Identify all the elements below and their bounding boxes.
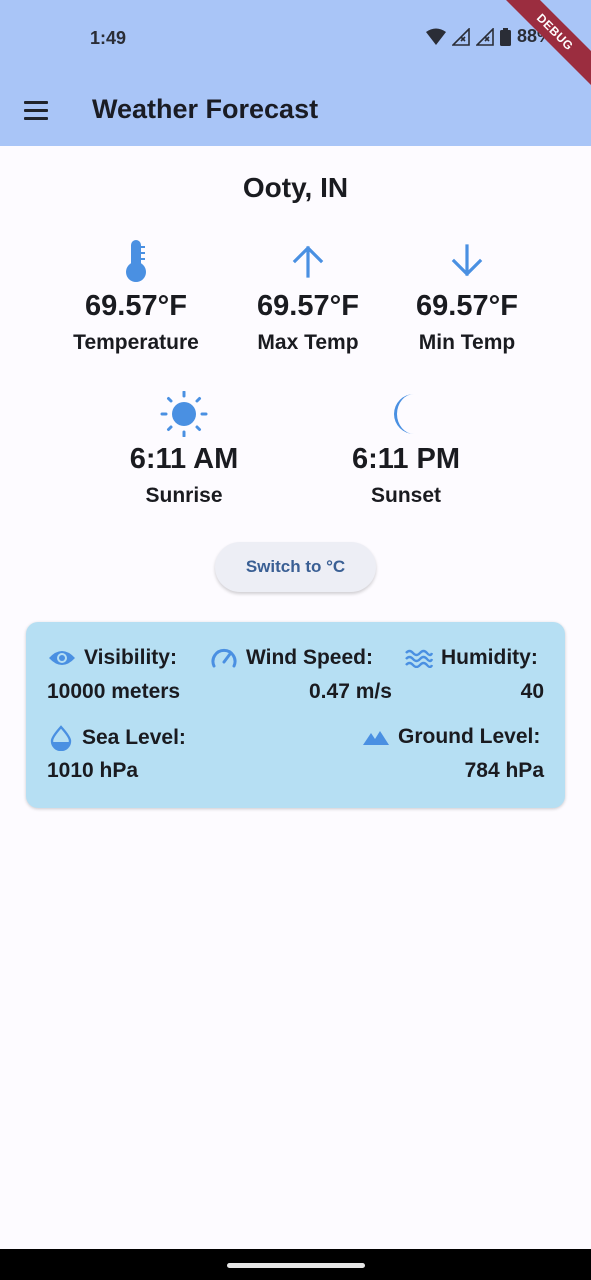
status-time: 1:49 [90, 28, 127, 48]
wind-speed-label-row: Wind Speed: [210, 646, 373, 670]
min-temp-value: 69.57°F [416, 290, 518, 322]
stat-sunset: 6:11 PM Sunset [326, 391, 486, 508]
max-temp-value: 69.57°F [257, 290, 359, 322]
ground-level-value: 784 hPa [464, 759, 544, 782]
sunrise-value: 6:11 AM [129, 443, 239, 475]
temperature-value: 69.57°F [85, 290, 187, 322]
humidity-value: 40 [520, 680, 544, 703]
home-gesture-handle[interactable] [227, 1263, 365, 1268]
thermometer-icon [56, 238, 216, 284]
details-card: Visibility: 10000 meters Wind Speed: 0.4… [26, 622, 565, 808]
eye-icon [49, 651, 75, 665]
terrain-icon [363, 731, 389, 745]
visibility-value: 10000 meters [47, 680, 181, 703]
speedometer-icon [211, 648, 237, 668]
arrow-up-icon [228, 238, 388, 284]
sun-icon [104, 391, 264, 437]
waves-icon [405, 649, 433, 668]
stat-sunrise: 6:11 AM Sunrise [104, 391, 264, 508]
wind-speed-label: Wind Speed: [246, 646, 373, 669]
humidity-label: Humidity: [441, 646, 538, 669]
visibility-label-row: Visibility: [48, 646, 177, 670]
wifi-icon [425, 28, 446, 45]
hamburger-menu-icon[interactable] [18, 92, 54, 128]
max-temp-label: Max Temp [257, 331, 359, 354]
min-temp-label: Min Temp [418, 331, 516, 354]
stat-max-temp: 69.57°F Max Temp [228, 238, 388, 355]
temperature-label: Temperature [73, 331, 199, 354]
sea-level-value: 1010 hPa [47, 759, 139, 782]
sea-level-label-row: Sea Level: [48, 725, 186, 751]
stat-temperature: 69.57°F Temperature [56, 238, 216, 355]
stat-min-temp: 69.57°F Min Temp [387, 238, 547, 355]
ground-level-label-row: Ground Level: [362, 725, 540, 749]
ground-level-label: Ground Level: [398, 725, 541, 748]
humidity-label-row: Humidity: [405, 646, 538, 670]
visibility-label: Visibility: [84, 646, 177, 669]
signal-icon [451, 27, 470, 46]
arrow-down-icon [387, 238, 547, 284]
debug-banner: DEBUG [491, 0, 591, 100]
sunset-label: Sunset [370, 484, 441, 507]
page-title: Weather Forecast [92, 94, 319, 124]
wind-speed-value: 0.47 m/s [309, 680, 392, 703]
system-nav-bar [0, 1249, 591, 1280]
sea-level-label: Sea Level: [82, 726, 186, 749]
sunrise-label: Sunrise [145, 484, 223, 507]
moon-icon [326, 391, 486, 437]
location-title: Ooty, IN [242, 172, 349, 203]
app-bar: 1:49 88% DEBUG Weather Forecast [0, 0, 591, 146]
switch-unit-button[interactable]: Switch to °C [215, 542, 376, 592]
sunset-value: 6:11 PM [352, 443, 460, 475]
water-drop-icon [50, 725, 72, 751]
